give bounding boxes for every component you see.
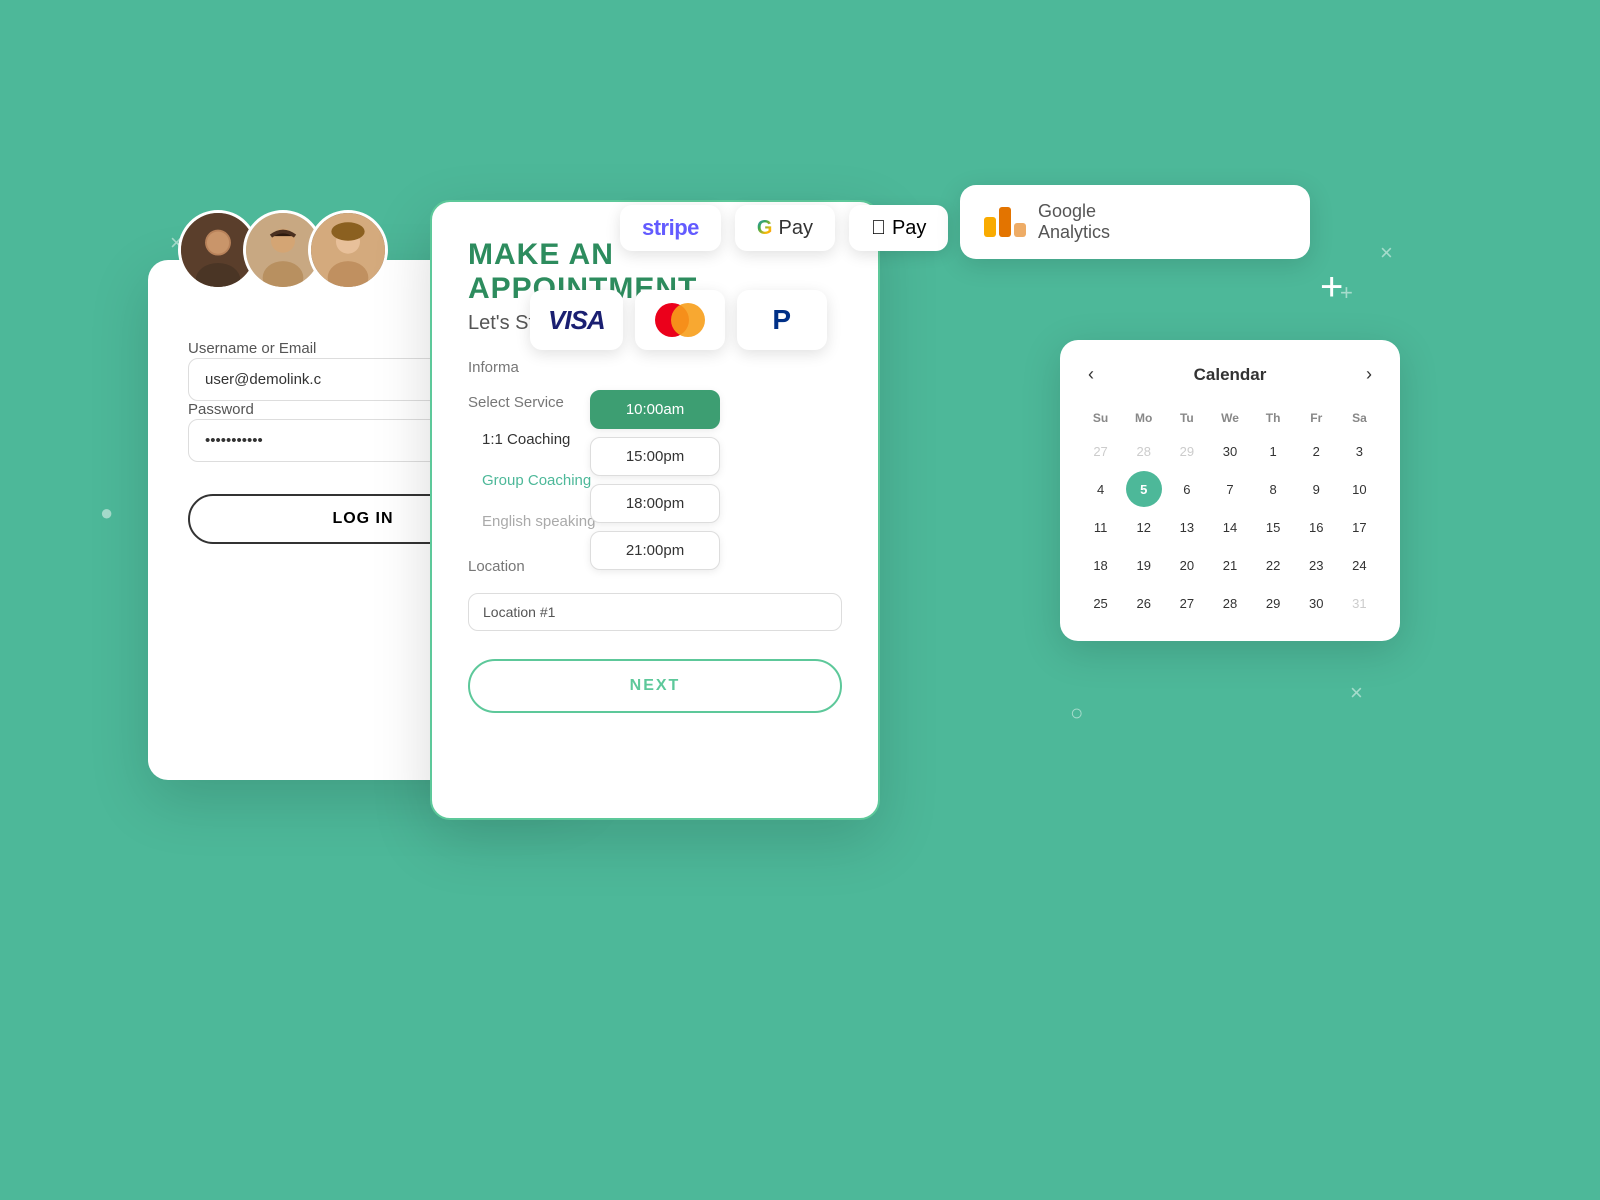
google-analytics-card[interactable]: Google Analytics xyxy=(960,185,1310,259)
dow-su: Su xyxy=(1080,405,1121,431)
cal-day-12[interactable]: 12 xyxy=(1126,509,1162,545)
paypal-logo: P xyxy=(772,304,791,336)
cal-day-15[interactable]: 15 xyxy=(1255,509,1291,545)
deco-dot-1: ● xyxy=(100,500,113,526)
ga-bar-group xyxy=(984,207,1026,237)
dow-th: Th xyxy=(1253,405,1294,431)
cal-day-10[interactable]: 10 xyxy=(1341,471,1377,507)
stripe-logo: stripe xyxy=(642,215,699,241)
cal-day-11[interactable]: 11 xyxy=(1083,509,1119,545)
cal-day-13[interactable]: 13 xyxy=(1169,509,1205,545)
time-slot-1500[interactable]: 15:00pm xyxy=(590,437,720,476)
next-button[interactable]: NEXT xyxy=(468,659,842,713)
cal-day-1[interactable]: 1 xyxy=(1255,433,1291,469)
visa-badge[interactable]: VISA xyxy=(530,290,623,350)
cal-day-30[interactable]: 30 xyxy=(1212,433,1248,469)
calendar-title: Calendar xyxy=(1194,365,1267,385)
cal-day-17[interactable]: 17 xyxy=(1341,509,1377,545)
cal-day-19[interactable]: 19 xyxy=(1126,547,1162,583)
time-slots-panel: 10:00am 15:00pm 18:00pm 21:00pm xyxy=(590,390,720,570)
ga-text-group: Google Analytics xyxy=(1038,201,1110,243)
cal-day-27[interactable]: 27 xyxy=(1169,585,1205,621)
cal-day-20[interactable]: 20 xyxy=(1169,547,1205,583)
apple-icon:  xyxy=(871,217,886,240)
cal-day-30[interactable]: 30 xyxy=(1298,585,1334,621)
calendar-card: ‹ Calendar › Su Mo Tu We Th Fr Sa 27 28 … xyxy=(1060,340,1400,641)
cal-day-31-next[interactable]: 31 xyxy=(1341,585,1377,621)
calendar-prev-button[interactable]: ‹ xyxy=(1080,360,1102,389)
ga-bar-1 xyxy=(984,217,996,237)
calendar-next-button[interactable]: › xyxy=(1358,360,1380,389)
dow-we: We xyxy=(1209,405,1250,431)
paypal-badge[interactable]: P xyxy=(737,290,827,350)
cal-day-18[interactable]: 18 xyxy=(1083,547,1119,583)
mastercard-logo xyxy=(655,303,705,337)
cal-day-25[interactable]: 25 xyxy=(1083,585,1119,621)
cal-day-28[interactable]: 28 xyxy=(1212,585,1248,621)
gpay-pay-text: Pay xyxy=(778,217,812,240)
payment-badges-panel: VISA P xyxy=(530,290,827,350)
cal-day-14[interactable]: 14 xyxy=(1212,509,1248,545)
stripe-badge[interactable]: stripe xyxy=(620,205,721,251)
avatar-img-3 xyxy=(311,213,385,287)
top-payment-badges: stripe G Pay  Pay xyxy=(620,205,948,251)
cal-day-16[interactable]: 16 xyxy=(1298,509,1334,545)
cal-day-3[interactable]: 3 xyxy=(1341,433,1377,469)
avatar-3 xyxy=(308,210,388,290)
time-slot-2100[interactable]: 21:00pm xyxy=(590,531,720,570)
dow-tu: Tu xyxy=(1166,405,1207,431)
cal-day-27-prev[interactable]: 27 xyxy=(1083,433,1119,469)
dow-sa: Sa xyxy=(1339,405,1380,431)
dow-fr: Fr xyxy=(1296,405,1337,431)
time-slot-1000[interactable]: 10:00am xyxy=(590,390,720,429)
avatars-group xyxy=(178,210,388,290)
cal-day-26[interactable]: 26 xyxy=(1126,585,1162,621)
cal-day-9[interactable]: 9 xyxy=(1298,471,1334,507)
deco-x-3: × xyxy=(1350,680,1363,706)
cal-day-29[interactable]: 29 xyxy=(1255,585,1291,621)
cal-day-29-prev[interactable]: 29 xyxy=(1169,433,1205,469)
visa-logo: VISA xyxy=(548,305,605,336)
mc-yellow-circle xyxy=(671,303,705,337)
cal-day-7[interactable]: 7 xyxy=(1212,471,1248,507)
password-label: Password xyxy=(188,401,254,418)
cal-day-2[interactable]: 2 xyxy=(1298,433,1334,469)
ga-bar-2 xyxy=(999,207,1011,237)
deco-x-2: × xyxy=(1380,240,1393,266)
ga-google-text: Google xyxy=(1038,201,1110,222)
gpay-badge[interactable]: G Pay xyxy=(735,205,835,251)
cal-day-6[interactable]: 6 xyxy=(1169,471,1205,507)
mastercard-badge[interactable] xyxy=(635,290,725,350)
location-input[interactable] xyxy=(468,593,842,631)
username-label: Username or Email xyxy=(188,340,316,357)
cal-day-4[interactable]: 4 xyxy=(1083,471,1119,507)
time-slot-1800[interactable]: 18:00pm xyxy=(590,484,720,523)
ga-icon xyxy=(984,207,1026,237)
cal-day-8[interactable]: 8 xyxy=(1255,471,1291,507)
cal-day-28-prev[interactable]: 28 xyxy=(1126,433,1162,469)
applepay-badge[interactable]:  Pay xyxy=(849,205,948,251)
calendar-header: ‹ Calendar › xyxy=(1080,360,1380,389)
deco-circle-3: ○ xyxy=(1070,700,1083,726)
cal-day-24[interactable]: 24 xyxy=(1341,547,1377,583)
cal-day-5-today[interactable]: 5 xyxy=(1126,471,1162,507)
ga-analytics-text: Analytics xyxy=(1038,222,1110,243)
cal-day-22[interactable]: 22 xyxy=(1255,547,1291,583)
g-letter: G xyxy=(757,217,773,240)
ga-bar-3 xyxy=(1014,223,1026,237)
applepay-text: Pay xyxy=(892,217,926,240)
cal-day-21[interactable]: 21 xyxy=(1212,547,1248,583)
plus-decoration: + xyxy=(1320,265,1343,310)
dow-mo: Mo xyxy=(1123,405,1164,431)
calendar-grid: Su Mo Tu We Th Fr Sa 27 28 29 30 1 2 3 4… xyxy=(1080,405,1380,621)
cal-day-23[interactable]: 23 xyxy=(1298,547,1334,583)
info-label: Informa xyxy=(468,359,842,376)
